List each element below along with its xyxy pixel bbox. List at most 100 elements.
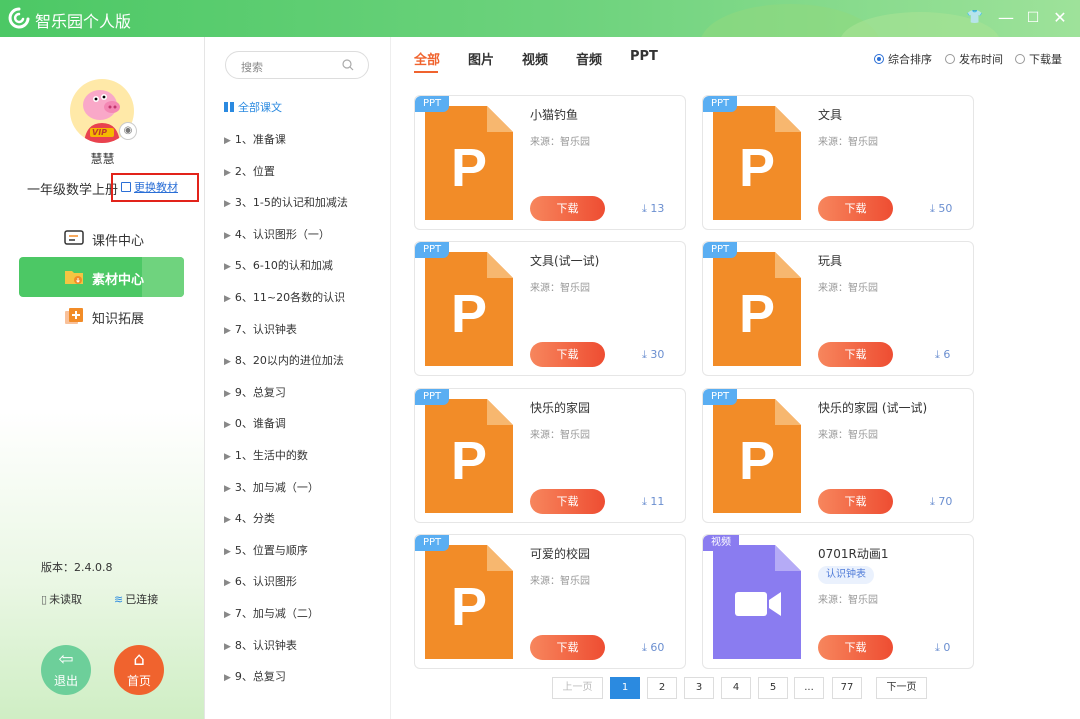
tree-item[interactable]: ▶ 4、认识图形（一） bbox=[224, 226, 330, 242]
next-page-button[interactable]: 下一页 bbox=[876, 677, 927, 699]
page-button[interactable]: 4 bbox=[721, 677, 751, 699]
close-icon[interactable]: ✕ bbox=[1048, 6, 1072, 30]
download-button[interactable]: 下载 bbox=[530, 488, 605, 514]
tab-video[interactable]: 视频 bbox=[522, 49, 548, 68]
resource-card[interactable]: P PPT 玩具 来源：智乐园 下载 ⤓ 6 bbox=[702, 241, 974, 377]
download-button[interactable]: 下载 bbox=[818, 342, 893, 368]
file-type-tag: PPT bbox=[703, 96, 738, 112]
card-title: 快乐的家园 bbox=[530, 400, 591, 415]
search-input[interactable]: 搜索 bbox=[225, 51, 369, 79]
nav-knowledge[interactable]: 知识拓展 bbox=[19, 296, 184, 336]
resource-card[interactable]: P PPT 快乐的家园 来源：智乐园 下载 ⤓ 11 bbox=[414, 387, 686, 523]
ppt-file-icon: P bbox=[425, 544, 513, 659]
download-count: ⤓ 13 bbox=[642, 202, 664, 216]
card-source: 来源：智乐园 bbox=[818, 594, 878, 606]
tree-item[interactable]: ▶ 4、分类 bbox=[224, 510, 275, 526]
radio-icon bbox=[945, 54, 955, 64]
tree-item[interactable]: ▶ 9、总复习 bbox=[224, 668, 286, 684]
svg-text:P: P bbox=[451, 138, 487, 198]
tree-item[interactable]: ▶ 2、位置 bbox=[224, 163, 275, 179]
knowledge-plus-icon bbox=[65, 308, 83, 324]
download-count: ⤓ 70 bbox=[930, 495, 952, 509]
clipboard-icon: ▯ bbox=[41, 593, 48, 606]
tree-item[interactable]: ▶ 1、准备课 bbox=[224, 131, 286, 147]
tree-item[interactable]: ▶ 3、1-5的认记和加减法 bbox=[224, 194, 348, 210]
home-button[interactable]: ⌂ 首页 bbox=[114, 645, 164, 695]
camera-icon[interactable]: ◉ bbox=[119, 122, 137, 140]
tree-item[interactable]: ▶ 7、认识钟表 bbox=[224, 321, 297, 337]
ppt-file-icon: P bbox=[425, 398, 513, 513]
page-button[interactable]: 2 bbox=[647, 677, 677, 699]
resource-card[interactable]: P PPT 文具(试一试) 来源：智乐园 下载 ⤓ 30 bbox=[414, 241, 686, 377]
tree-item[interactable]: ▶ 1、生活中的数 bbox=[224, 447, 308, 463]
page-button[interactable]: 5 bbox=[758, 677, 788, 699]
username: 慧慧 bbox=[90, 152, 115, 166]
download-count: ⤓ 60 bbox=[642, 641, 664, 655]
tree-item[interactable]: ▶ 3、加与减（一） bbox=[224, 479, 319, 495]
resource-card[interactable]: P PPT 文具 来源：智乐园 下载 ⤓ 50 bbox=[702, 95, 974, 230]
page-button[interactable]: 77 bbox=[832, 677, 862, 699]
tree-item-label: 9、总复习 bbox=[234, 670, 286, 684]
unread-status[interactable]: ▯ 未读取 bbox=[41, 591, 82, 607]
sort-downloads[interactable]: 下载量 bbox=[1015, 51, 1062, 67]
resource-card[interactable]: P PPT 小猫钓鱼 来源：智乐园 下载 ⤓ 13 bbox=[414, 95, 686, 230]
caret-right-icon: ▶ bbox=[224, 420, 231, 431]
folder-download-icon bbox=[65, 271, 83, 284]
search-placeholder: 搜索 bbox=[241, 61, 263, 74]
tree-item-label: 3、1-5的认记和加减法 bbox=[234, 196, 348, 210]
card-source: 来源：智乐园 bbox=[818, 429, 878, 441]
tree-item[interactable]: ▶ 9、总复习 bbox=[224, 384, 286, 400]
card-title: 快乐的家园 (试一试) bbox=[818, 400, 928, 415]
caret-right-icon: ▶ bbox=[224, 578, 231, 589]
download-count-value: 11 bbox=[650, 494, 665, 508]
tree-item[interactable]: ▶ 8、20以内的进位加法 bbox=[224, 352, 344, 368]
change-textbook-button[interactable]: 更换教材 bbox=[111, 173, 199, 202]
svg-text:P: P bbox=[451, 284, 487, 344]
caret-right-icon: ▶ bbox=[224, 357, 231, 368]
title-bar: 智乐园个人版 👕 — ☐ ✕ bbox=[0, 0, 1080, 37]
tree-item-label: 4、认识图形（一） bbox=[234, 227, 330, 241]
tree-all-lessons[interactable]: 全部课文 bbox=[224, 99, 282, 115]
page-button[interactable]: 3 bbox=[684, 677, 714, 699]
resource-card[interactable]: P PPT 可爱的校园 来源：智乐园 下载 ⤓ 60 bbox=[414, 533, 686, 669]
download-button[interactable]: 下载 bbox=[530, 342, 605, 368]
nav-materials[interactable]: 素材中心 bbox=[19, 257, 184, 297]
tree-item[interactable]: ▶ 6、11~20各数的认识 bbox=[224, 289, 345, 305]
version-text: 版本：2.4.0.8 bbox=[41, 561, 113, 574]
tree-item[interactable]: ▶ 6、认识图形 bbox=[224, 573, 297, 589]
card-title: 可爱的校园 bbox=[530, 546, 591, 561]
page-button[interactable]: 1 bbox=[610, 677, 640, 699]
skin-icon[interactable]: 👕 bbox=[963, 6, 987, 30]
download-button[interactable]: 下载 bbox=[530, 196, 605, 221]
nav-courseware[interactable]: 课件中心 bbox=[19, 218, 184, 258]
tree-item-label: 5、6-10的认和加减 bbox=[234, 259, 333, 273]
sort-downloads-label: 下载量 bbox=[1029, 53, 1062, 66]
tree-item[interactable]: ▶ 8、认识钟表 bbox=[224, 637, 297, 653]
tree-item[interactable]: ▶ 7、加与减（二） bbox=[224, 605, 319, 621]
sort-comprehensive[interactable]: 综合排序 bbox=[874, 51, 932, 67]
courseware-icon bbox=[64, 230, 84, 245]
tree-item-label: 8、认识钟表 bbox=[234, 638, 297, 652]
tab-ppt[interactable]: PPT bbox=[630, 49, 658, 64]
download-button[interactable]: 下载 bbox=[818, 488, 893, 514]
tree-item[interactable]: ▶ 0、谁备调 bbox=[224, 415, 286, 431]
tab-audio[interactable]: 音频 bbox=[576, 49, 602, 68]
download-button[interactable]: 下载 bbox=[530, 634, 605, 660]
download-button[interactable]: 下载 bbox=[818, 196, 893, 221]
tab-images[interactable]: 图片 bbox=[468, 49, 494, 68]
minimize-icon[interactable]: — bbox=[994, 6, 1018, 30]
prev-page-button[interactable]: 上一页 bbox=[552, 677, 603, 699]
tree-item[interactable]: ▶ 5、6-10的认和加减 bbox=[224, 257, 333, 273]
tree-item[interactable]: ▶ 5、位置与顺序 bbox=[224, 542, 308, 558]
exit-button[interactable]: ⇦ 退出 bbox=[41, 645, 91, 695]
maximize-icon[interactable]: ☐ bbox=[1021, 6, 1045, 30]
search-icon[interactable] bbox=[342, 59, 354, 71]
download-button[interactable]: 下载 bbox=[818, 634, 893, 660]
download-count-value: 70 bbox=[938, 494, 953, 508]
page-button[interactable]: ... bbox=[794, 677, 824, 699]
tab-all[interactable]: 全部 bbox=[414, 49, 440, 68]
card-source: 来源：智乐园 bbox=[530, 575, 590, 587]
resource-card[interactable]: P PPT 快乐的家园 (试一试) 来源：智乐园 下载 ⤓ 70 bbox=[702, 387, 974, 523]
sort-publish-time[interactable]: 发布时间 bbox=[945, 51, 1003, 67]
resource-card[interactable]: 视频 0701R动画1 认识钟表 来源：智乐园 下载 ⤓ 0 bbox=[702, 533, 974, 669]
